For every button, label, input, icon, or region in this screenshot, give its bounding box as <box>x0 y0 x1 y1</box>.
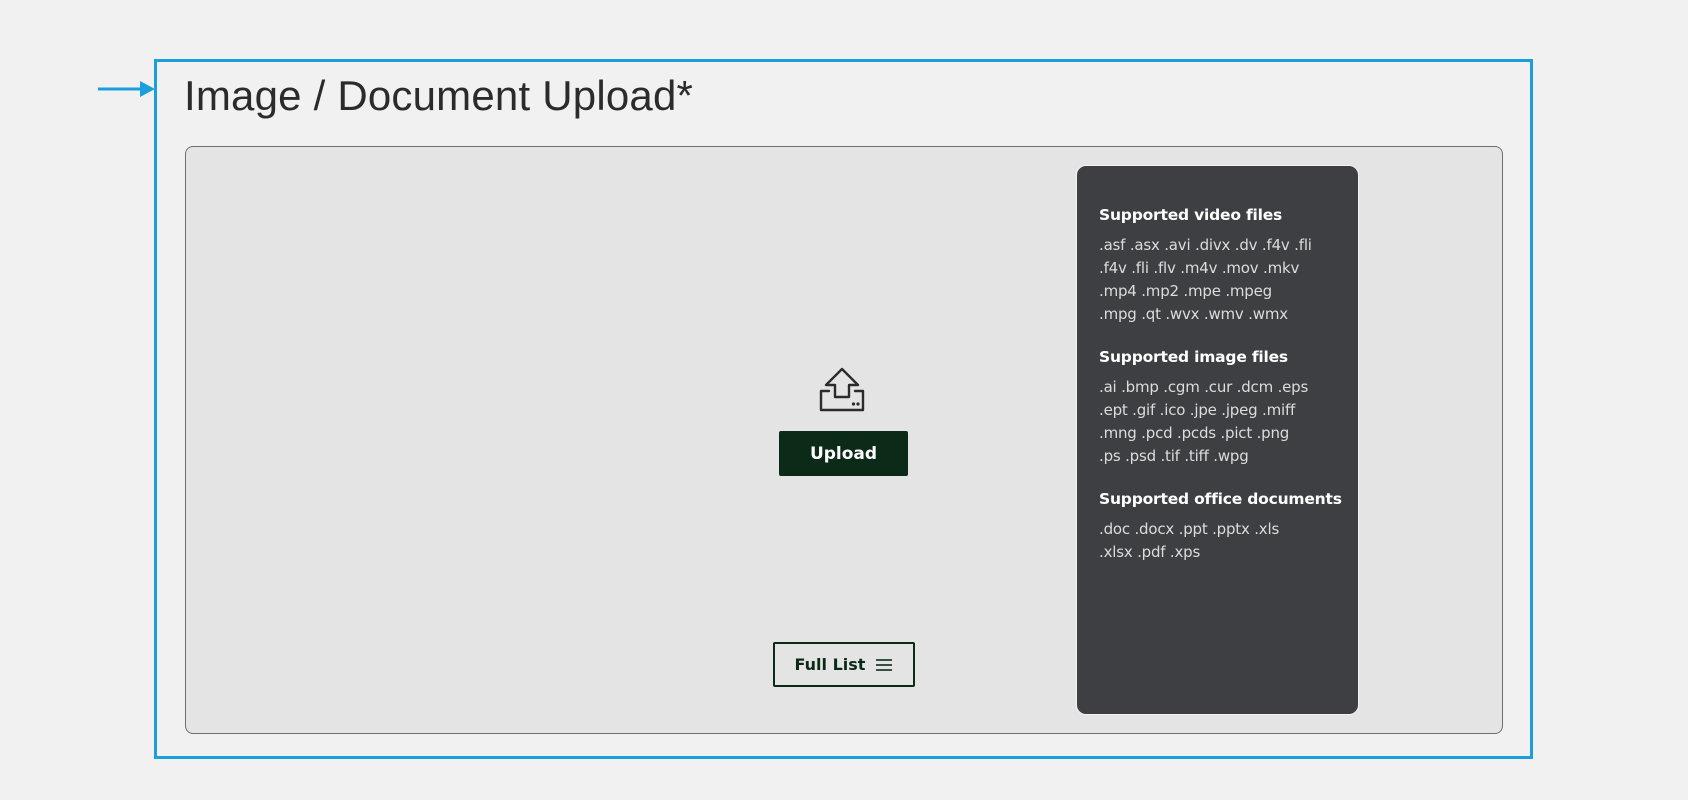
menu-lines-icon <box>876 658 893 671</box>
full-list-button[interactable]: Full List <box>773 642 915 687</box>
video-formats-line: .asf .asx .avi .divx .dv .f4v .fli <box>1099 236 1312 254</box>
upload-tray-icon <box>819 367 865 412</box>
office-formats-line: .xlsx .pdf .xps <box>1099 543 1201 561</box>
office-documents-list: .doc .docx .ppt .pptx .xls .xlsx .pdf .x… <box>1099 518 1358 564</box>
video-formats-line: .f4v .fli .flv .m4v .mov .mkv <box>1099 259 1300 277</box>
supported-formats-panel: Supported video files .asf .asx .avi .di… <box>1076 165 1359 715</box>
image-files-list: .ai .bmp .cgm .cur .dcm .eps .ept .gif .… <box>1099 376 1358 468</box>
full-list-label: Full List <box>794 655 866 674</box>
upload-button[interactable]: Upload <box>779 431 908 476</box>
pointer-arrow-icon <box>98 81 155 97</box>
image-formats-line: .ai .bmp .cgm .cur .dcm .eps <box>1099 378 1309 396</box>
office-formats-line: .doc .docx .ppt .pptx .xls <box>1099 520 1280 538</box>
image-formats-line: .ept .gif .ico .jpe .jpeg .miff <box>1099 401 1296 419</box>
video-files-list: .asf .asx .avi .divx .dv .f4v .fli .f4v … <box>1099 234 1358 326</box>
video-files-heading: Supported video files <box>1099 206 1283 224</box>
office-documents-heading: Supported office documents <box>1099 490 1342 508</box>
image-formats-line: .ps .psd .tif .tiff .wpg <box>1099 447 1249 465</box>
page-title: Image / Document Upload* <box>184 72 694 119</box>
video-formats-line: .mp4 .mp2 .mpe .mpeg <box>1099 282 1272 300</box>
video-formats-line: .mpg .qt .wvx .wmv .wmx <box>1099 305 1288 323</box>
image-files-heading: Supported image files <box>1099 348 1288 366</box>
image-formats-line: .mng .pcd .pcds .pict .png <box>1099 424 1290 442</box>
